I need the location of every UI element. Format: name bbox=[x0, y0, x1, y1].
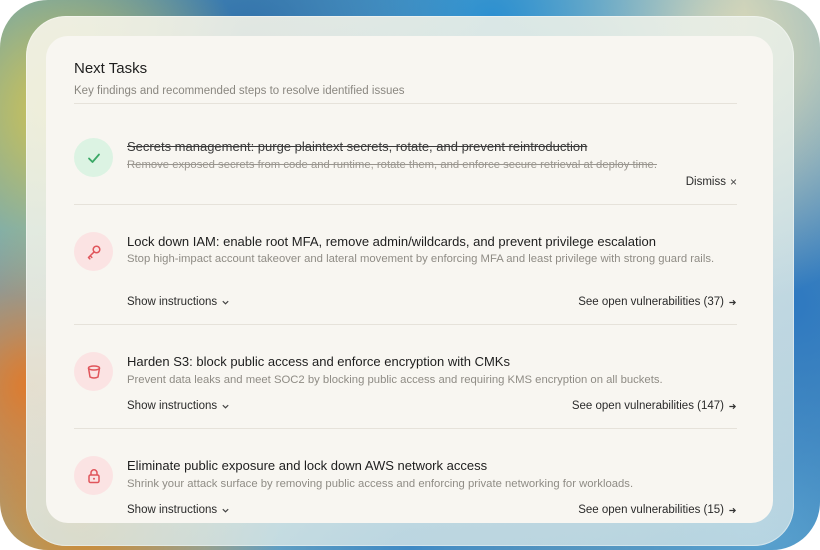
bucket-icon bbox=[87, 364, 100, 379]
see-vulnerabilities-link[interactable]: See open vulnerabilities (37) bbox=[578, 296, 737, 308]
task-status-badge bbox=[74, 352, 113, 391]
show-instructions-button[interactable]: Show instructions bbox=[127, 504, 230, 516]
task-title: Harden S3: block public access and enfor… bbox=[127, 354, 510, 369]
see-vulnerabilities-label: See open vulnerabilities (37) bbox=[578, 296, 724, 308]
chevron-down-icon bbox=[222, 508, 229, 513]
show-instructions-button[interactable]: Show instructions bbox=[127, 296, 230, 308]
see-vulnerabilities-link[interactable]: See open vulnerabilities (147) bbox=[572, 400, 737, 412]
show-instructions-label: Show instructions bbox=[127, 504, 218, 516]
close-icon: × bbox=[729, 175, 737, 189]
task-harden-s3: Harden S3: block public access and enfor… bbox=[74, 352, 737, 414]
chevron-down-icon bbox=[222, 404, 229, 409]
arrow-right-icon bbox=[729, 507, 737, 513]
task-description: Prevent data leaks and meet SOC2 by bloc… bbox=[127, 374, 663, 386]
task-description: Stop high-impact account takeover and la… bbox=[127, 253, 715, 265]
task-divider bbox=[74, 428, 737, 429]
show-instructions-label: Show instructions bbox=[127, 400, 218, 412]
dismiss-button[interactable]: Dismiss × bbox=[686, 175, 737, 189]
next-tasks-panel: Next Tasks Key findings and recommended … bbox=[46, 36, 773, 523]
chevron-down-icon bbox=[222, 300, 229, 305]
arrow-right-icon bbox=[729, 403, 737, 409]
task-divider bbox=[74, 324, 737, 325]
show-instructions-button[interactable]: Show instructions bbox=[127, 400, 230, 412]
header-divider bbox=[74, 103, 737, 104]
task-title: Lock down IAM: enable root MFA, remove a… bbox=[127, 234, 656, 249]
task-status-badge bbox=[74, 232, 113, 271]
see-vulnerabilities-link[interactable]: See open vulnerabilities (15) bbox=[578, 504, 737, 516]
panel-subtitle: Key findings and recommended steps to re… bbox=[74, 85, 405, 97]
lock-icon bbox=[87, 468, 100, 483]
task-lock-down-iam: Lock down IAM: enable root MFA, remove a… bbox=[74, 232, 737, 310]
task-status-badge bbox=[74, 138, 113, 177]
see-vulnerabilities-label: See open vulnerabilities (147) bbox=[571, 400, 724, 412]
task-divider bbox=[74, 204, 737, 205]
task-secrets-management: Secrets management: purge plaintext secr… bbox=[74, 136, 737, 196]
panel-title: Next Tasks bbox=[74, 60, 148, 77]
task-description: Remove exposed secrets from code and run… bbox=[127, 159, 657, 171]
task-status-badge bbox=[74, 456, 113, 495]
task-title: Secrets management: purge plaintext secr… bbox=[127, 139, 588, 154]
task-network-exposure: Eliminate public exposure and lock down … bbox=[74, 456, 737, 518]
task-description: Shrink your attack surface by removing p… bbox=[127, 478, 634, 490]
see-vulnerabilities-label: See open vulnerabilities (15) bbox=[578, 504, 724, 516]
panel-header: Next Tasks Key findings and recommended … bbox=[74, 60, 737, 97]
show-instructions-label: Show instructions bbox=[127, 296, 218, 308]
key-icon bbox=[87, 244, 101, 260]
task-title: Eliminate public exposure and lock down … bbox=[127, 458, 488, 473]
dismiss-label: Dismiss bbox=[685, 176, 726, 188]
check-icon bbox=[87, 153, 100, 163]
arrow-right-icon bbox=[729, 299, 737, 305]
